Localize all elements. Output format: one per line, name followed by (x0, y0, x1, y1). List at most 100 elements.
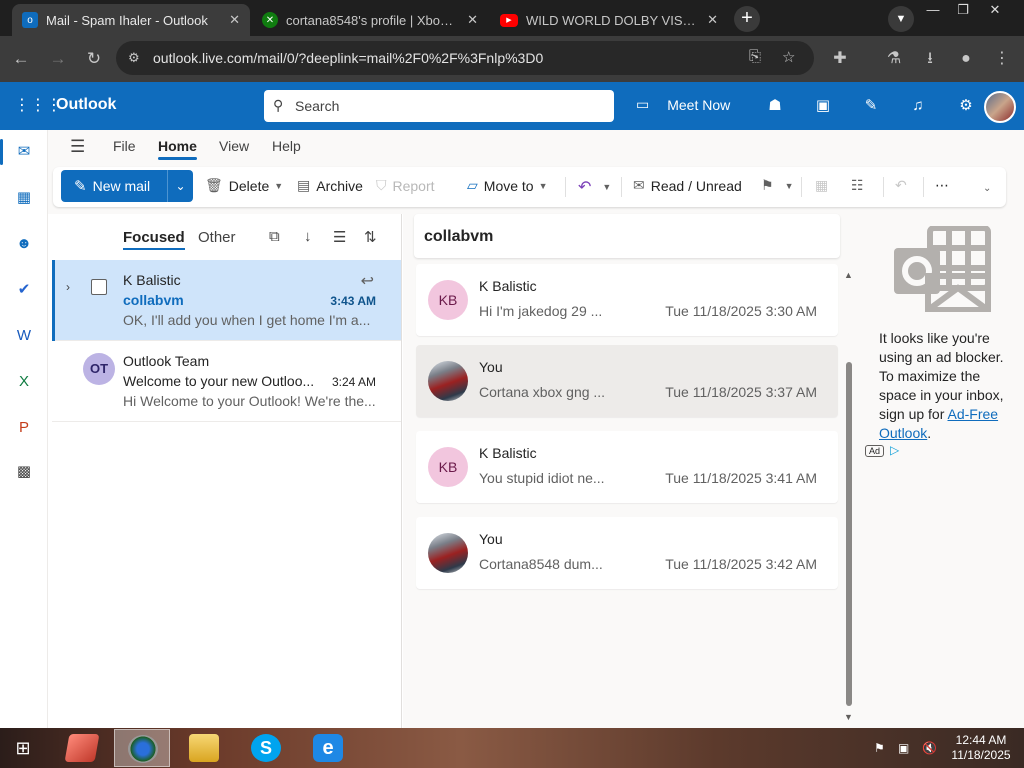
browser-tab-outlook[interactable]: o Mail - Spam Ihaler - Outlook ✕ (12, 4, 250, 36)
more-options-button[interactable]: ⋯ (935, 177, 955, 194)
todo-check-icon[interactable]: ✔ (13, 279, 35, 301)
teams-icon[interactable]: ☗ (764, 95, 786, 117)
conversation-item[interactable]: You Cortana xbox gng ... Tue 11/18/2025 … (416, 345, 838, 417)
tab-search-button[interactable]: ▼ (888, 6, 914, 32)
conversation-item[interactable]: You Cortana8548 dum... Tue 11/18/2025 3:… (416, 517, 838, 589)
tab-other[interactable]: Other (198, 229, 236, 246)
read-unread-button[interactable]: ✉ Read / Unread (633, 177, 742, 194)
windows-start-icon[interactable]: ⊞ (10, 737, 36, 759)
browser-tab-youtube[interactable]: ▶ WILD WORLD DOLBY VISION™ ✕ (490, 4, 728, 36)
browser-tab-xbox[interactable]: ✕ cortana8548's profile | Xbox Clo ✕ (252, 4, 488, 36)
tab-view[interactable]: View (219, 138, 249, 154)
back-button[interactable]: ← (8, 46, 34, 72)
select-mode-icon[interactable]: ⧉ (269, 228, 280, 245)
chevron-down-icon[interactable]: ▼ (274, 181, 283, 191)
jump-to-icon[interactable]: ↓ (304, 228, 312, 245)
list-item[interactable]: OT Outlook Team Welcome to your new Outl… (52, 341, 401, 422)
site-info-icon[interactable]: ⚙ (128, 50, 140, 66)
search-input[interactable]: ⚲ Search (264, 90, 614, 122)
taskbar-app-explorer[interactable] (176, 729, 232, 767)
restore-icon[interactable]: ❐ (948, 0, 978, 20)
tab-help[interactable]: Help (272, 138, 301, 154)
notifications-bell-icon[interactable]: ♫ (907, 95, 929, 117)
new-mail-button[interactable]: ✎ New mail (61, 170, 167, 202)
expand-ribbon-button[interactable]: ⌄ (983, 183, 997, 194)
reload-button[interactable]: ↻ (81, 46, 107, 72)
scroll-up-icon[interactable]: ▲ (844, 270, 853, 280)
conversation-item[interactable]: KB K Balistic You stupid idiot ne... Tue… (416, 431, 838, 503)
tab-focused[interactable]: Focused (123, 229, 185, 250)
close-tab-icon[interactable]: ✕ (467, 12, 478, 28)
new-tab-button[interactable]: + (734, 6, 760, 32)
app-launcher-icon[interactable]: ⋮⋮⋮ (14, 96, 62, 116)
taskbar-app-redbox[interactable] (54, 729, 110, 767)
reply-all-button[interactable]: ↶ ▼ (578, 177, 611, 197)
more-dots-icon: ⋯ (935, 177, 949, 193)
close-tab-icon[interactable]: ✕ (229, 12, 240, 28)
account-avatar[interactable] (984, 91, 1016, 123)
extensions-icon[interactable]: ✚ (828, 47, 852, 71)
volume-muted-icon[interactable]: 🔇 (922, 741, 937, 755)
adchoices-icon[interactable]: ▷ (890, 443, 899, 457)
forward-button[interactable]: → (45, 46, 71, 72)
conversation-date: Tue 11/18/2025 3:42 AM (665, 556, 817, 572)
folder-move-icon: ▱ (467, 177, 478, 193)
action-center-flag-icon[interactable]: ⚑ (874, 741, 885, 755)
excel-app-icon[interactable]: X (13, 371, 35, 393)
delete-button[interactable]: 🗑 Delete ▼ (205, 177, 283, 194)
report-button[interactable]: ⛉ Report (376, 177, 435, 194)
tab-home[interactable]: Home (158, 138, 197, 160)
powerpoint-app-icon[interactable]: P (13, 417, 35, 439)
clock-time: 12:44 AM (955, 733, 1007, 747)
move-to-button[interactable]: ▱ Move to ▼ (467, 177, 548, 194)
groups-button[interactable]: ☷ (851, 177, 870, 194)
network-icon[interactable]: ▣ (898, 741, 909, 755)
scroll-down-icon[interactable]: ▼ (844, 712, 853, 722)
labs-flask-icon[interactable]: ⚗ (882, 47, 906, 71)
taskbar-app-skype[interactable]: S (238, 729, 294, 767)
scrollbar[interactable] (846, 362, 852, 706)
message-checkbox[interactable] (91, 279, 107, 295)
people-icon[interactable]: ☻ (13, 233, 35, 255)
taskbar-clock[interactable]: 12:44 AM 11/18/2025 (948, 733, 1014, 763)
app-rail: ✉ ▦ ☻ ✔ W X P ▩ (0, 130, 48, 728)
chevron-right-icon[interactable]: › (66, 280, 70, 294)
archive-button[interactable]: ▤ Archive (297, 177, 363, 194)
browser-menu-icon[interactable]: ⋮ (990, 47, 1014, 71)
more-apps-icon[interactable]: ▩ (13, 461, 35, 483)
meet-now-button[interactable]: ▭ Meet Now (636, 96, 730, 113)
settings-gear-icon[interactable]: ⚙ (955, 95, 977, 117)
ribbon-menu-bar: ☰ File Home View Help (48, 130, 1024, 164)
url-text: outlook.live.com/mail/0/?deeplink=mail%2… (153, 50, 544, 66)
app-title[interactable]: Outlook (56, 96, 116, 114)
ribbon-divider (923, 177, 924, 197)
taskbar-app-ie[interactable]: e (300, 729, 356, 767)
window-close-icon[interactable]: ✕ (980, 0, 1010, 20)
my-day-icon[interactable]: ✎ (860, 95, 882, 117)
undo-button[interactable]: ↶ (895, 177, 913, 194)
conversation-item[interactable]: KB K Balistic Hi I'm jakedog 29 ... Tue … (416, 264, 838, 336)
mail-icon[interactable]: ✉ (13, 141, 35, 163)
word-icon[interactable]: ▣ (812, 95, 834, 117)
profile-icon[interactable]: ● (954, 47, 978, 71)
hamburger-menu-icon[interactable]: ☰ (70, 137, 85, 157)
address-bar[interactable]: ⚙ outlook.live.com/mail/0/?deeplink=mail… (116, 41, 814, 75)
chevron-down-icon[interactable]: ▼ (785, 181, 794, 191)
minimize-icon[interactable]: — (918, 0, 948, 20)
new-mail-dropdown-button[interactable]: ⌄ (167, 170, 193, 202)
rules-button[interactable]: ▦ (815, 177, 834, 194)
list-item[interactable]: › K Balistic ↩ collabvm 3:43 AM OK, I'll… (52, 260, 401, 341)
bookmark-star-icon[interactable]: ☆ (782, 48, 795, 66)
close-tab-icon[interactable]: ✕ (707, 12, 718, 28)
word-app-icon[interactable]: W (13, 325, 35, 347)
chevron-down-icon[interactable]: ▼ (602, 182, 611, 192)
downloads-icon[interactable]: ⭳ (918, 47, 942, 71)
flag-button[interactable]: ⚑ ▼ (761, 177, 793, 194)
tab-file[interactable]: File (113, 138, 136, 154)
calendar-icon[interactable]: ▦ (13, 187, 35, 209)
install-app-icon[interactable]: ⎘ (749, 48, 761, 65)
sort-icon[interactable]: ⇅ (364, 228, 377, 246)
chevron-down-icon[interactable]: ▼ (539, 181, 548, 191)
filter-icon[interactable]: ☰ (333, 228, 346, 246)
taskbar-app-chrome[interactable] (114, 729, 170, 767)
